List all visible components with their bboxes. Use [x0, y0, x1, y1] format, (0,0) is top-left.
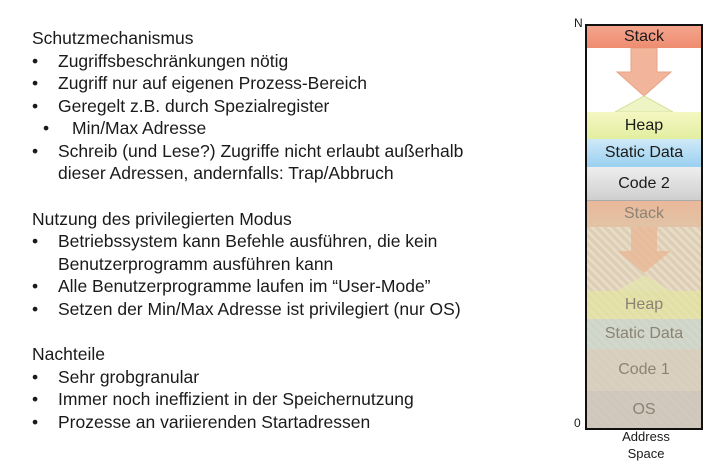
- faded-heap-segment: Heap: [587, 291, 701, 319]
- faded-arrows-icon: [617, 227, 671, 291]
- privileged-mode-list: Betriebssystem kann Befehle ausführen, d…: [32, 230, 562, 320]
- sub-list-item: Min/Max Adresse: [32, 117, 562, 140]
- address-top-label: N: [574, 16, 583, 30]
- disadvantages-heading: Nachteile: [32, 344, 105, 364]
- faded-static-data-segment: Static Data: [587, 319, 701, 349]
- list-item: Zugriff nur auf eigenen Prozess-Bereich: [32, 72, 562, 95]
- list-item: Sehr grobgranular: [32, 366, 562, 389]
- list-item: Zugriffsbeschränkungen nötig: [32, 50, 562, 73]
- caption-line: Address: [622, 429, 670, 444]
- list-item: Geregelt z.B. durch Spezialregister: [32, 95, 562, 118]
- address-space-caption: Address Space: [596, 428, 696, 462]
- list-item: Immer noch ineffizient in der Speichernu…: [32, 388, 562, 411]
- list-item-line: Schreib (und Lese?) Zugriffe nicht erlau…: [58, 140, 464, 161]
- faded-code-1-segment: Code 1: [587, 349, 701, 391]
- list-item: Schreib (und Lese?) Zugriffe nicht erlau…: [32, 140, 562, 185]
- caption-line: Space: [627, 446, 665, 461]
- address-zero-label: 0: [574, 416, 581, 430]
- list-item: Setzen der Min/Max Adresse ist privilegi…: [32, 298, 562, 321]
- disadvantages-list: Sehr grobgranular Immer noch ineffizient…: [32, 366, 562, 434]
- code-2-segment: Code 2: [587, 167, 701, 201]
- list-item: Prozesse an variierenden Startadressen: [32, 411, 562, 434]
- stack-segment: Stack: [587, 26, 701, 48]
- stack-grows-down-arrow-icon: [614, 48, 674, 112]
- list-item: Betriebssystem kann Befehle ausführen, d…: [32, 230, 562, 275]
- list-item-line: Benutzerprogramm ausführen kann: [58, 253, 334, 274]
- static-data-segment: Static Data: [587, 139, 701, 167]
- slide-text: Schutzmechanismus Zugriffsbeschränkungen…: [32, 27, 562, 433]
- protection-list: Zugriffsbeschränkungen nötig Zugriff nur…: [32, 50, 562, 185]
- privileged-mode-heading: Nutzung des privilegierten Modus: [32, 208, 292, 229]
- list-item-line: Betriebssystem kann Befehle ausführen, d…: [58, 231, 438, 251]
- faded-os-segment: OS: [587, 391, 701, 428]
- list-item: Alle Benutzerprogramme laufen im “User-M…: [32, 275, 562, 298]
- list-item-line: dieser Adressen, andernfalls: Trap/Abbru…: [58, 163, 394, 183]
- heap-segment: Heap: [587, 112, 701, 139]
- faded-stack-segment: Stack: [587, 201, 701, 227]
- protection-heading: Schutzmechanismus: [32, 28, 194, 48]
- address-space-diagram: Stack Heap Static Data Code 2 Stack Heap…: [585, 24, 703, 430]
